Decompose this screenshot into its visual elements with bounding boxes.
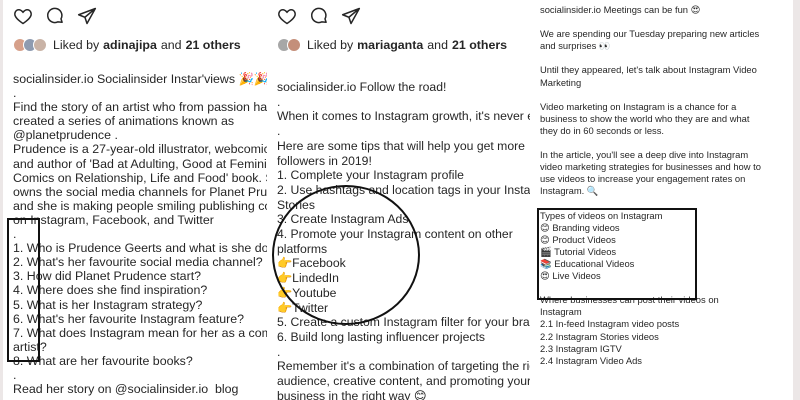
liker-avatars — [13, 38, 47, 52]
heart-icon[interactable] — [13, 6, 33, 26]
video-types-highlight — [537, 208, 697, 300]
platforms-highlight-circle — [272, 185, 420, 325]
liked-by-prefix: Liked by — [53, 38, 100, 52]
post-panel-prudence: Liked by adinajipa and 21 others sociali… — [3, 0, 273, 400]
liked-by-user-link[interactable]: mariaganta — [357, 38, 423, 52]
post-caption: socialinsider.io Meetings can be fun 😍 W… — [540, 4, 761, 366]
liked-by-others-link[interactable]: 21 others — [186, 38, 241, 52]
avatar[interactable] — [287, 38, 301, 52]
post-panel-video-marketing: socialinsider.io Meetings can be fun 😍 W… — [530, 0, 793, 400]
question-numbers-highlight — [7, 218, 40, 362]
liked-by-row: Liked by mariaganta and 21 others — [277, 38, 511, 52]
liked-by-row: Liked by adinajipa and 21 others — [13, 38, 245, 52]
post-action-bar — [13, 6, 97, 26]
avatar[interactable] — [33, 38, 47, 52]
post-action-bar — [277, 6, 361, 26]
liker-avatars — [277, 38, 301, 52]
liked-by-and: and — [160, 38, 182, 52]
share-icon[interactable] — [341, 6, 361, 26]
post-caption: socialinsider.io Socialinsider Instar'vi… — [13, 72, 273, 397]
share-icon[interactable] — [77, 6, 97, 26]
comment-icon[interactable] — [45, 6, 65, 26]
comment-icon[interactable] — [309, 6, 329, 26]
liked-by-user-link[interactable]: adinajipa — [103, 38, 157, 52]
heart-icon[interactable] — [277, 6, 297, 26]
liked-by-others-link[interactable]: 21 others — [452, 38, 507, 52]
liked-by-and: and — [427, 38, 448, 52]
liked-by-prefix: Liked by — [307, 38, 354, 52]
